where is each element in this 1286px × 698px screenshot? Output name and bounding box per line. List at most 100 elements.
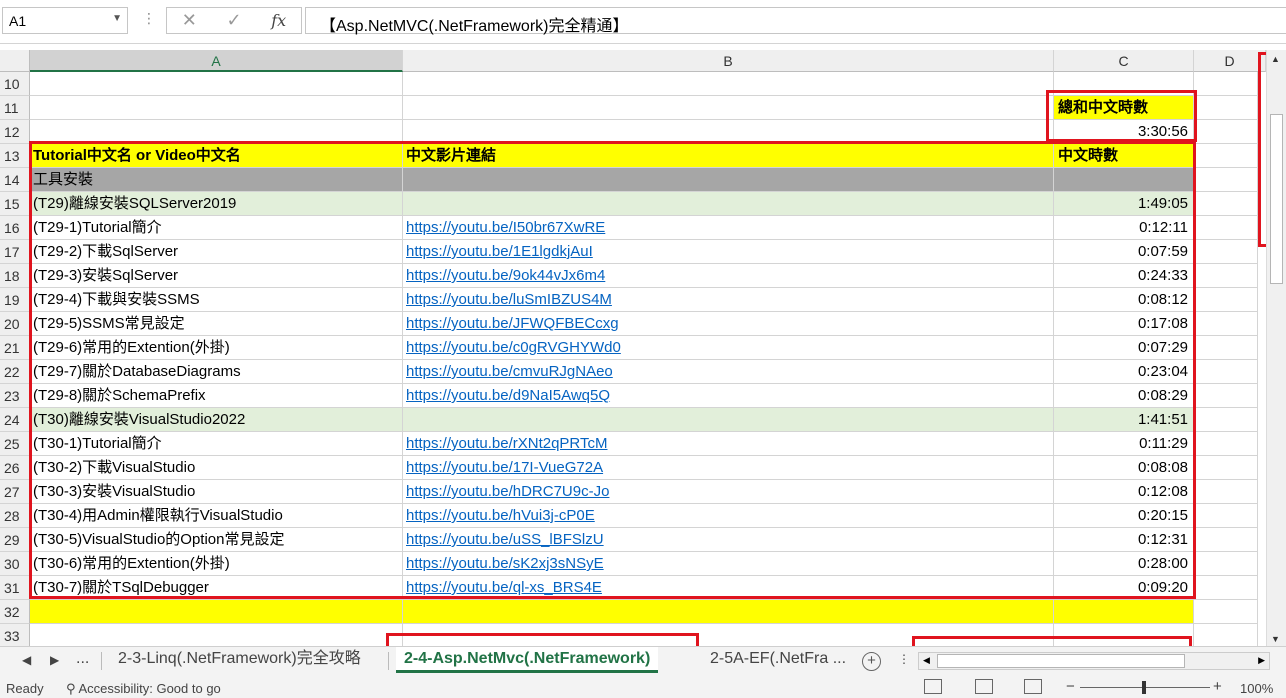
horizontal-scroll-thumb[interactable] <box>937 654 1185 668</box>
row-number[interactable]: 13 <box>0 144 30 168</box>
cell-d[interactable] <box>1194 336 1258 360</box>
cell-a[interactable]: (T30-6)常用的Extention(外掛) <box>30 552 403 576</box>
summary-label[interactable]: 總和中文時數 <box>1054 96 1194 120</box>
video-link[interactable]: https://youtu.be/9ok44vJx6m4 <box>406 267 605 284</box>
insert-function-icon[interactable]: fx <box>271 11 286 30</box>
row-number[interactable]: 10 <box>0 72 30 96</box>
cell-c[interactable]: 0:07:29 <box>1054 336 1194 360</box>
cell-a[interactable]: (T30-7)關於TSqlDebugger <box>30 576 403 600</box>
cell-b[interactable]: https://youtu.be/uSS_lBFSlzU <box>403 528 1054 552</box>
video-link[interactable]: https://youtu.be/sK2xj3sNSyE <box>406 555 604 572</box>
vertical-scrollbar[interactable]: ▲ ▼ <box>1266 50 1286 646</box>
cell-c[interactable]: 1:41:51 <box>1054 408 1194 432</box>
cell-d[interactable] <box>1194 312 1258 336</box>
cell-d[interactable] <box>1194 240 1258 264</box>
row-number[interactable]: 20 <box>0 312 30 336</box>
row-number[interactable]: 19 <box>0 288 30 312</box>
cell-c[interactable]: 1:49:05 <box>1054 192 1194 216</box>
row-number[interactable]: 22 <box>0 360 30 384</box>
row-number[interactable]: 28 <box>0 504 30 528</box>
tab-splitter-icon[interactable]: ⋮ <box>898 652 910 666</box>
scroll-down-icon[interactable]: ▼ <box>1271 634 1280 644</box>
chevron-down-icon[interactable]: ▼ <box>112 13 122 24</box>
cell-d[interactable] <box>1194 216 1258 240</box>
video-link[interactable]: https://youtu.be/rXNt2qPRTcM <box>406 435 607 452</box>
cell-b[interactable]: https://youtu.be/9ok44vJx6m4 <box>403 264 1054 288</box>
cell-c[interactable] <box>1054 600 1194 624</box>
cell-d[interactable] <box>1194 264 1258 288</box>
cell-d[interactable] <box>1194 144 1258 168</box>
cell-c[interactable]: 0:12:31 <box>1054 528 1194 552</box>
cell-b[interactable]: https://youtu.be/d9NaI5Awq5Q <box>403 384 1054 408</box>
cell-a[interactable] <box>30 96 403 120</box>
column-header-b[interactable]: B <box>403 50 1054 72</box>
name-box[interactable]: A1 ▼ <box>2 7 128 34</box>
select-all-corner[interactable] <box>0 50 30 72</box>
cell-b[interactable]: https://youtu.be/hVui3j-cP0E <box>403 504 1054 528</box>
video-link[interactable]: https://youtu.be/hVui3j-cP0E <box>406 507 595 524</box>
cell-d[interactable] <box>1194 624 1258 648</box>
cell-a[interactable]: 工具安裝 <box>30 168 403 192</box>
cell-b[interactable]: https://youtu.be/ql-xs_BRS4E <box>403 576 1054 600</box>
cell-a[interactable]: (T29-4)下載與安裝SSMS <box>30 288 403 312</box>
cell-c[interactable]: 0:17:08 <box>1054 312 1194 336</box>
cell-b[interactable]: https://youtu.be/1E1lgdkjAuI <box>403 240 1054 264</box>
video-link[interactable]: https://youtu.be/17I-VueG72A <box>406 459 603 476</box>
cell-a[interactable] <box>30 624 403 648</box>
next-sheet-icon[interactable]: ▶ <box>50 653 59 667</box>
row-number[interactable]: 18 <box>0 264 30 288</box>
column-header-a[interactable]: A <box>30 50 403 72</box>
cell-d[interactable] <box>1194 384 1258 408</box>
cell-c[interactable]: 0:12:08 <box>1054 480 1194 504</box>
cell-a[interactable]: (T29)離線安裝SQLServer2019 <box>30 192 403 216</box>
sheet-tab-active[interactable]: 2-4-Asp.NetMvc(.NetFramework) <box>396 647 659 673</box>
row-number[interactable]: 31 <box>0 576 30 600</box>
cell-d[interactable] <box>1194 96 1258 120</box>
cell-d[interactable] <box>1194 576 1258 600</box>
cell-d[interactable] <box>1194 480 1258 504</box>
row-number[interactable]: 15 <box>0 192 30 216</box>
cell-d[interactable] <box>1194 600 1258 624</box>
cell-d[interactable] <box>1194 456 1258 480</box>
cell-d[interactable] <box>1194 72 1258 96</box>
cell-a[interactable]: (T30-5)VisualStudio的Option常見設定 <box>30 528 403 552</box>
cell-c[interactable]: 0:09:20 <box>1054 576 1194 600</box>
vertical-scroll-thumb[interactable] <box>1270 114 1283 284</box>
zoom-level[interactable]: 100% <box>1240 681 1273 696</box>
cell-c[interactable] <box>1054 72 1194 96</box>
cell-c[interactable] <box>1054 624 1194 648</box>
zoom-slider-knob[interactable] <box>1142 681 1146 694</box>
row-number[interactable]: 16 <box>0 216 30 240</box>
cell-a[interactable]: (T30-3)安裝VisualStudio <box>30 480 403 504</box>
row-number[interactable]: 21 <box>0 336 30 360</box>
cell-b[interactable] <box>403 96 1054 120</box>
cell-b[interactable]: https://youtu.be/luSmIBZUS4M <box>403 288 1054 312</box>
cell-d[interactable] <box>1194 432 1258 456</box>
row-number[interactable]: 11 <box>0 96 30 120</box>
cell-b[interactable] <box>403 408 1054 432</box>
horizontal-scrollbar[interactable]: ◀ ▶ <box>918 652 1270 670</box>
cell-c[interactable] <box>1054 168 1194 192</box>
cell-b[interactable] <box>403 192 1054 216</box>
cell-a[interactable]: (T29-1)Tutorial簡介 <box>30 216 403 240</box>
cell-a[interactable]: (T29-6)常用的Extention(外掛) <box>30 336 403 360</box>
cell-c[interactable]: 0:20:15 <box>1054 504 1194 528</box>
video-link[interactable]: https://youtu.be/ql-xs_BRS4E <box>406 579 602 596</box>
scroll-left-icon[interactable]: ◀ <box>923 655 930 666</box>
zoom-in-icon[interactable]: + <box>1213 678 1222 695</box>
summary-value[interactable]: 3:30:56 <box>1054 120 1194 144</box>
cell-b[interactable]: https://youtu.be/hDRC7U9c-Jo <box>403 480 1054 504</box>
video-link[interactable]: https://youtu.be/d9NaI5Awq5Q <box>406 387 610 404</box>
page-break-view-icon[interactable] <box>1024 679 1042 694</box>
cell-c[interactable]: 0:08:12 <box>1054 288 1194 312</box>
cell-c[interactable]: 0:07:59 <box>1054 240 1194 264</box>
cell-c[interactable]: 0:24:33 <box>1054 264 1194 288</box>
video-link[interactable]: https://youtu.be/1E1lgdkjAuI <box>406 243 593 260</box>
cell-d[interactable] <box>1194 408 1258 432</box>
cell-c[interactable]: 0:08:29 <box>1054 384 1194 408</box>
video-link[interactable]: https://youtu.be/JFWQFBECcxg <box>406 315 619 332</box>
cell-b[interactable]: https://youtu.be/c0gRVGHYWd0 <box>403 336 1054 360</box>
cell-a[interactable]: (T30)離線安裝VisualStudio2022 <box>30 408 403 432</box>
cell-a[interactable]: (T29-3)安裝SqlServer <box>30 264 403 288</box>
video-link[interactable]: https://youtu.be/hDRC7U9c-Jo <box>406 483 609 500</box>
